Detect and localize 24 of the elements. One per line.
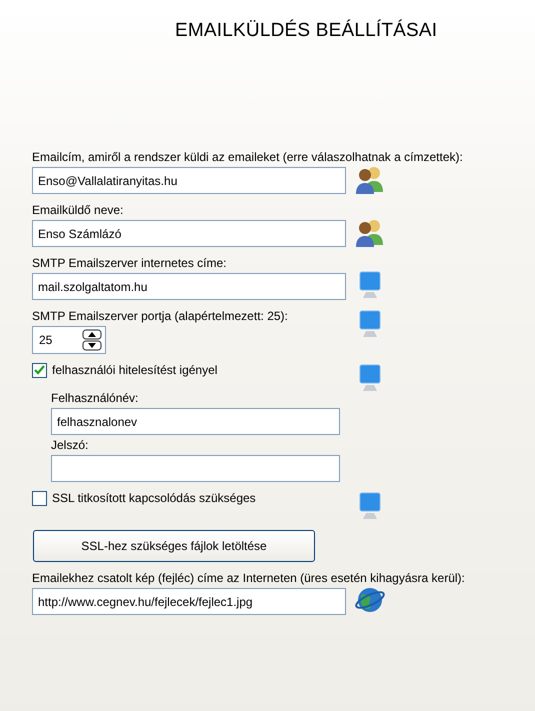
field-label: Felhasználónév: <box>51 391 138 405</box>
people-icon <box>354 217 386 247</box>
field-label: Emailcím, amiről a rendszer küldi az emaileket (erre válaszolhatnak a címzettek): <box>32 150 463 164</box>
download-button[interactable]: SSL-hez szükséges fájlok letöltése <box>33 530 315 562</box>
page-title: EMAILKÜLDÉS BEÁLLÍTÁSAI <box>175 20 438 42</box>
input-field[interactable] <box>51 455 340 482</box>
checkbox-label: felhasználói hitelesítést igényel <box>52 363 218 377</box>
input-field[interactable]: Enso Számlázó <box>32 220 346 247</box>
field-label: Emailekhez csatolt kép (fejléc) címe az Interneten (üres esetén kihagyásra kerül): <box>32 571 465 585</box>
people-icon <box>354 164 386 194</box>
checkbox-label: SSL titkosított kapcsolódás szükséges <box>52 491 256 505</box>
input-field[interactable]: Enso@Vallalatiranyitas.hu <box>32 167 346 194</box>
spin-arrows-icon[interactable] <box>82 329 102 351</box>
field-label: Jelszó: <box>51 438 88 452</box>
input-field[interactable]: felhasznalonev <box>51 408 340 435</box>
checkbox[interactable] <box>32 363 47 378</box>
field-label: Emailküldő neve: <box>32 203 124 217</box>
field-label: SMTP Emailszerver portja (alapértelmezett: 25): <box>32 309 288 323</box>
input-field[interactable]: http://www.cegnev.hu/fejlecek/fejlec1.jpg <box>32 588 346 615</box>
globe-icon <box>354 585 386 615</box>
input-field[interactable]: mail.szolgaltatom.hu <box>32 273 346 300</box>
field-label: SMTP Emailszerver internetes címe: <box>32 256 227 270</box>
checkbox[interactable] <box>32 491 47 506</box>
number-field[interactable]: 25 <box>32 326 106 354</box>
